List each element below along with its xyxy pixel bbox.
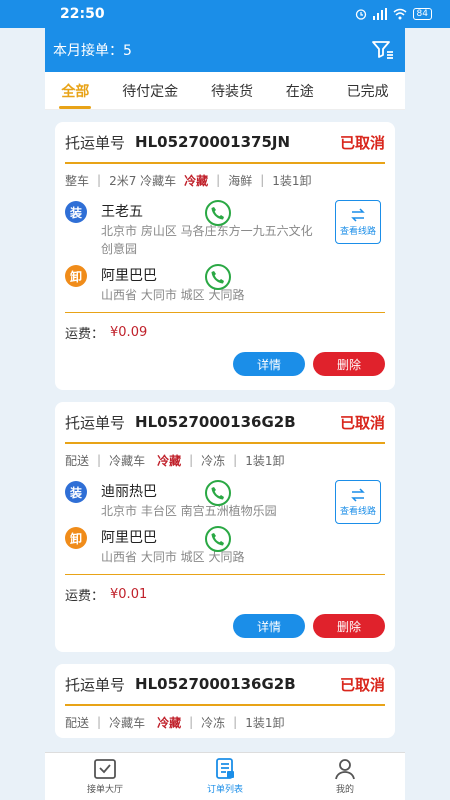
order-status: 已取消 [339,413,385,432]
phone-icon[interactable] [205,200,231,226]
filter-icon[interactable] [371,38,395,62]
nav-profile[interactable]: 我的 [285,753,405,800]
freight-label: 运费： [65,327,105,342]
order-tags: 配送 | 冷藏车 冷藏 | 冷冻 | 1装1卸 [65,453,285,468]
view-route-button[interactable]: 查看线路 [335,480,381,524]
bottom-nav: 接单大厅 订单列表 我的 [45,752,405,800]
tag-transport-type: 整车 [65,173,90,188]
delete-button[interactable]: 删除 [313,614,385,638]
order-tags: 配送 | 冷藏车 冷藏 | 冷冻 | 1装1卸 [65,715,285,730]
load-stop: 装 迪丽热巴 北京市 丰台区 南宫五洲植物乐园 查看线路 [65,480,385,524]
waybill-label: 托运单号 [65,675,126,694]
wifi-icon [393,8,407,20]
tab-in-transit[interactable]: 在途 [284,75,316,107]
tag-temperature: 冷藏 [157,715,182,730]
order-list-icon [216,758,234,779]
detail-button[interactable]: 详情 [233,352,305,376]
alarm-icon [355,9,366,20]
freight-amount: ¥0.09 [110,325,148,340]
detail-button[interactable]: 详情 [233,614,305,638]
tag-vehicle: 2米7 冷藏车 [109,173,177,188]
signal-icon [372,8,387,20]
order-card-header: 托运单号 HL05270001375JN 已取消 [65,122,385,164]
freight-label: 运费： [65,589,105,604]
tag-cargo: 冷冻 [201,453,226,468]
app-header: 本月接单：5 [45,28,405,72]
status-tabs: 全部 待付定金 待装货 在途 已完成 [45,72,405,110]
route-icon [351,487,365,502]
tag-stops: 1装1卸 [245,715,285,730]
view-route-label: 查看线路 [339,226,376,237]
nav-order-list-label: 订单列表 [206,785,243,795]
order-card: 托运单号 HL0527000136G2B 已取消 配送 | 冷藏车 冷藏 | 冷冻 |… [55,402,395,652]
tab-completed[interactable]: 已完成 [345,75,391,107]
waybill-label: 托运单号 [65,133,126,152]
view-route-label: 查看线路 [339,506,376,517]
status-bar: 22:50 84 [0,0,450,28]
tag-cargo: 冷冻 [201,715,226,730]
order-list[interactable]: 托运单号 HL05270001375JN 已取消 整车 | 2米7 冷藏车 冷藏 |… [45,110,405,752]
nav-profile-label: 我的 [335,785,354,795]
tag-stops: 1装1卸 [272,173,312,188]
waybill-number: HL0527000136G2B [135,675,296,693]
status-icons: 84 [355,8,432,20]
freight-row: 运费： ¥0.01 [65,574,385,614]
order-card: 托运单号 HL0527000136G2B 已取消 配送 | 冷藏车 冷藏 | 冷冻 |… [55,664,395,738]
tag-cargo: 海鲜 [228,173,253,188]
tab-pending-loading[interactable]: 待装货 [209,75,255,107]
card-actions: 详情 删除 [65,614,385,652]
delete-button[interactable]: 删除 [313,352,385,376]
tag-stops: 1装1卸 [245,453,285,468]
monthly-order-count: 本月接单：5 [53,43,132,59]
tag-vehicle: 冷藏车 [109,453,146,468]
waybill-number: HL05270001375JN [135,133,291,151]
unload-stop: 卸 阿里巴巴 山西省 大同市 城区 大同路 [65,264,385,304]
load-badge: 装 [65,201,87,223]
order-hall-icon [94,759,116,779]
route-icon [351,207,365,222]
order-tags: 整车 | 2米7 冷藏车 冷藏 | 海鲜 | 1装1卸 [65,173,312,188]
load-address: 北京市 丰台区 南宫五洲植物乐园 [101,504,277,518]
tag-temperature: 冷藏 [184,173,209,188]
nav-order-list[interactable]: 订单列表 [165,753,285,800]
load-stop: 装 王老五 北京市 房山区 马各庄东方一九五六文化创意园 查看线路 [65,200,385,258]
waybill-number: HL0527000136G2B [135,413,296,431]
tab-pending-deposit[interactable]: 待付定金 [120,75,180,107]
battery-indicator: 84 [412,8,432,20]
order-card-header: 托运单号 HL0527000136G2B 已取消 [65,664,385,706]
load-badge: 装 [65,481,87,503]
tag-transport-type: 配送 [65,453,90,468]
tab-all[interactable]: 全部 [59,75,92,109]
order-status: 已取消 [339,675,385,694]
freight-amount: ¥0.01 [110,587,148,602]
tag-transport-type: 配送 [65,715,90,730]
phone-icon[interactable] [205,480,231,506]
status-time: 22:50 [60,6,105,22]
waybill-label: 托运单号 [65,413,126,432]
tag-vehicle: 冷藏车 [109,715,146,730]
order-card-header: 托运单号 HL0527000136G2B 已取消 [65,402,385,444]
unload-address: 山西省 大同市 城区 大同路 [101,288,245,302]
unload-badge: 卸 [65,265,87,287]
freight-row: 运费： ¥0.09 [65,312,385,352]
profile-icon [335,759,355,780]
nav-order-hall-label: 接单大厅 [86,785,123,795]
unload-stop: 卸 阿里巴巴 山西省 大同市 城区 大同路 [65,526,385,566]
order-card: 托运单号 HL05270001375JN 已取消 整车 | 2米7 冷藏车 冷藏 |… [55,122,395,390]
card-actions: 详情 删除 [65,352,385,390]
unload-badge: 卸 [65,527,87,549]
load-address: 北京市 房山区 马各庄东方一九五六文化创意园 [101,224,313,256]
order-status: 已取消 [339,133,385,152]
unload-address: 山西省 大同市 城区 大同路 [101,550,245,564]
nav-order-hall[interactable]: 接单大厅 [45,753,165,800]
tag-temperature: 冷藏 [157,453,182,468]
phone-icon[interactable] [205,264,231,290]
view-route-button[interactable]: 查看线路 [335,200,381,244]
phone-icon[interactable] [205,526,231,552]
